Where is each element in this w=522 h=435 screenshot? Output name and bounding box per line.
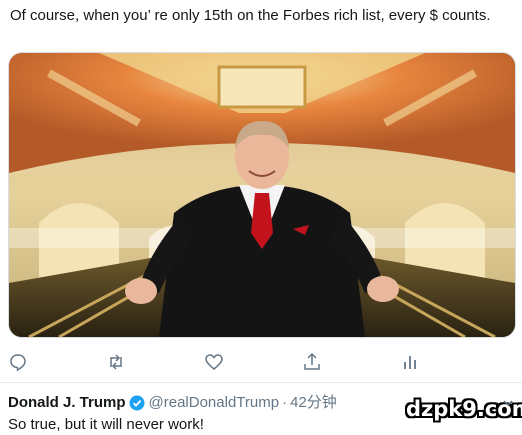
display-name[interactable]: Donald J. Trump [8, 393, 126, 413]
analytics-icon[interactable] [400, 352, 420, 372]
retweet-icon[interactable] [106, 352, 126, 372]
divider [0, 382, 522, 383]
separator-dot: · [282, 394, 288, 411]
verified-badge-icon [129, 395, 145, 411]
chevron-down-icon[interactable] [502, 396, 514, 408]
user-handle[interactable]: @realDonaldTrump [149, 393, 280, 413]
like-icon[interactable] [204, 352, 224, 372]
tweet-text: Of course, when you’ re only 15th on the… [10, 7, 491, 24]
reply-icon[interactable] [8, 352, 28, 372]
tweet-actions [0, 348, 522, 378]
timestamp[interactable]: 42分钟 [290, 393, 337, 413]
tweet-photo[interactable] [8, 52, 516, 338]
share-icon[interactable] [302, 352, 322, 372]
